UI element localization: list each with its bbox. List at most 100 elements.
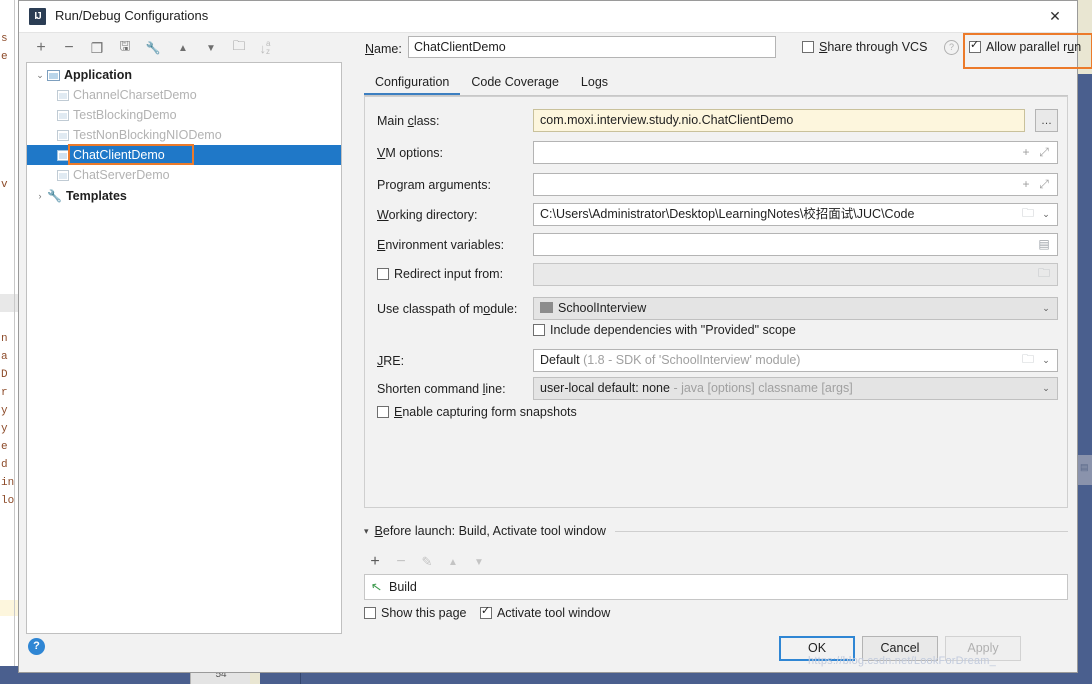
bl-add-button[interactable]: + — [364, 551, 386, 573]
move-up-button[interactable]: ▲ — [172, 37, 194, 59]
tree-node-chatserverdemo[interactable]: ChatServerDemo — [27, 165, 341, 185]
before-launch-divider — [614, 530, 1068, 532]
shorten-command-line-chevron-down-icon[interactable]: ⌄ — [1040, 381, 1052, 395]
sort-configurations-button[interactable]: ↓ a z — [254, 37, 276, 59]
tree-node-templates[interactable]: › 🔧 Templates — [27, 186, 341, 206]
intellij-idea-icon: IJ — [29, 8, 46, 25]
main-class-browse-button[interactable]: … — [1035, 109, 1058, 132]
share-vcs-label: Share through VCS — [819, 40, 928, 54]
use-classpath-label: Use classpath of module: — [377, 302, 518, 316]
dialog-title: Run/Debug Configurations — [55, 8, 209, 23]
copy-configuration-button[interactable]: ❐ — [86, 37, 108, 59]
show-this-page-checkbox[interactable]: Show this page — [364, 606, 470, 620]
vm-options-macro-icon[interactable]: + — [1019, 145, 1033, 159]
before-launch-task-list[interactable]: ↖ Build — [364, 574, 1068, 600]
before-launch-title: Before launch: Build, Activate tool wind… — [374, 524, 606, 538]
remove-configuration-button[interactable]: − — [58, 37, 80, 59]
tab-code-coverage[interactable]: Code Coverage — [460, 75, 570, 96]
configurations-toolbar: + − ❐ 🖫 🔧 ▲ ▼ 🗀 ↓ a z — [26, 34, 344, 62]
enable-snapshots-label: Enable capturing form snapshots — [394, 405, 577, 419]
configuration-editor-panel: Name: ChatClientDemo Share through VCS ?… — [352, 33, 1092, 626]
tab-configuration[interactable]: Configuration — [364, 75, 461, 96]
enable-snapshots-checkbox[interactable]: Enable capturing form snapshots — [377, 405, 577, 419]
jre-row: JRE: Default (1.8 - SDK of 'SchoolInterv… — [365, 349, 1067, 375]
jre-combobox[interactable]: Default (1.8 - SDK of 'SchoolInterview' … — [533, 349, 1058, 372]
configurations-tree[interactable]: ⌄ Application ChannelCharsetDemo TestBlo… — [26, 62, 342, 634]
allow-parallel-run-checkbox-box[interactable] — [969, 39, 981, 53]
share-through-vcs-checkbox[interactable]: Share through VCS — [802, 40, 927, 54]
enable-snapshots-checkbox-box[interactable] — [377, 406, 389, 418]
chevron-down-icon[interactable]: ▾ — [364, 526, 369, 537]
tree-node-application[interactable]: ⌄ Application — [27, 65, 341, 85]
environment-variables-editor-icon[interactable]: ▤ — [1037, 237, 1051, 251]
tree-node-label: ChatClientDemo — [73, 148, 165, 162]
before-launch-header[interactable]: ▾ Before launch: Build, Activate tool wi… — [364, 522, 1068, 540]
activate-tool-window-checkbox-box[interactable] — [479, 605, 492, 619]
name-input[interactable]: ChatClientDemo — [408, 36, 776, 58]
allow-parallel-run-label: Allow parallel run — [986, 40, 1082, 54]
program-arguments-macro-icon[interactable]: + — [1019, 177, 1033, 191]
include-provided-checkbox-box[interactable] — [533, 324, 545, 336]
tab-logs[interactable]: Logs — [570, 75, 619, 96]
shorten-command-line-combobox[interactable]: user-local default: none - java [options… — [533, 377, 1058, 400]
redirect-input-checkbox[interactable]: Redirect input from: — [377, 267, 503, 281]
application-icon — [47, 69, 60, 81]
redirect-input-field[interactable] — [533, 263, 1058, 286]
before-launch-options: Show this page Activate tool window — [364, 605, 620, 620]
help-icon[interactable]: ? — [944, 40, 959, 55]
configuration-icon — [57, 169, 69, 181]
tree-node-label: Templates — [65, 189, 127, 203]
environment-variables-row: Environment variables: ▤ — [365, 233, 1067, 259]
cancel-button[interactable]: Cancel — [862, 636, 938, 661]
vm-options-input[interactable] — [533, 141, 1058, 164]
jre-folder-icon[interactable]: 🗀 — [1021, 352, 1035, 367]
share-vcs-checkbox-box[interactable] — [802, 41, 814, 53]
redirect-input-folder-icon[interactable]: 🗀 — [1037, 266, 1051, 281]
program-arguments-expand-icon[interactable]: ⤢ — [1037, 177, 1051, 191]
ok-button[interactable]: OK — [779, 636, 855, 661]
name-row: Name: ChatClientDemo Share through VCS ?… — [352, 33, 1092, 69]
tree-node-channelcharsetdemo[interactable]: ChannelCharsetDemo — [27, 85, 341, 105]
environment-variables-input[interactable] — [533, 233, 1058, 256]
before-launch-task-label: Build — [389, 580, 417, 594]
redirect-input-checkbox-box[interactable] — [377, 268, 389, 280]
close-icon[interactable]: ✕ — [1033, 1, 1077, 32]
tree-node-testblockingdemo[interactable]: TestBlockingDemo — [27, 105, 341, 125]
new-folder-button[interactable]: 🗀 — [228, 37, 250, 59]
use-classpath-combobox[interactable]: SchoolInterview — [533, 297, 1058, 320]
chevron-right-icon[interactable]: › — [33, 186, 47, 206]
working-directory-chevron-down-icon[interactable]: ⌄ — [1040, 207, 1052, 221]
apply-button: Apply — [945, 636, 1021, 661]
use-classpath-chevron-down-icon[interactable]: ⌄ — [1040, 301, 1052, 315]
main-class-input[interactable]: com.moxi.interview.study.nio.ChatClientD… — [533, 109, 1025, 132]
show-this-page-checkbox-box[interactable] — [364, 607, 376, 619]
edit-templates-button[interactable]: 🔧 — [142, 37, 164, 59]
include-provided-label: Include dependencies with "Provided" sco… — [550, 323, 796, 337]
include-provided-checkbox[interactable]: Include dependencies with "Provided" sco… — [533, 323, 796, 337]
activate-tool-window-checkbox[interactable]: Activate tool window — [479, 605, 611, 620]
program-arguments-input[interactable] — [533, 173, 1058, 196]
tree-node-label: ChatServerDemo — [73, 168, 170, 182]
shorten-command-line-hint: - java [options] classname [args] — [673, 381, 853, 395]
show-this-page-label: Show this page — [381, 606, 467, 620]
tree-node-testnonblockingniodemo[interactable]: TestNonBlockingNIODemo — [27, 125, 341, 145]
chevron-down-icon[interactable]: ⌄ — [33, 65, 47, 85]
activate-tool-window-label: Activate tool window — [496, 606, 611, 620]
allow-parallel-run-checkbox[interactable]: Allow parallel run — [969, 39, 1082, 54]
program-arguments-label: Program arguments: — [377, 178, 491, 192]
working-directory-input[interactable]: C:\Users\Administrator\Desktop\LearningN… — [533, 203, 1058, 226]
save-configuration-button[interactable]: 🖫 — [114, 37, 136, 59]
redirect-input-label: Redirect input from: — [394, 267, 504, 281]
scrollbar-glyph: ▤ — [1080, 462, 1089, 472]
working-directory-folder-icon[interactable]: 🗀 — [1021, 206, 1035, 221]
help-icon[interactable]: ? — [28, 638, 45, 655]
move-down-button[interactable]: ▼ — [200, 37, 222, 59]
vm-options-row: VM options: + ⤢ — [365, 141, 1067, 167]
add-configuration-button[interactable]: + — [30, 37, 52, 59]
jre-chevron-down-icon[interactable]: ⌄ — [1040, 353, 1052, 367]
build-hammer-icon: ↖ — [369, 578, 384, 596]
tree-node-chatclientdemo[interactable]: ChatClientDemo — [27, 145, 341, 165]
shorten-command-line-label: Shorten command line: — [377, 382, 506, 396]
vm-options-expand-icon[interactable]: ⤢ — [1037, 145, 1051, 159]
tree-node-label: Application — [64, 68, 133, 82]
